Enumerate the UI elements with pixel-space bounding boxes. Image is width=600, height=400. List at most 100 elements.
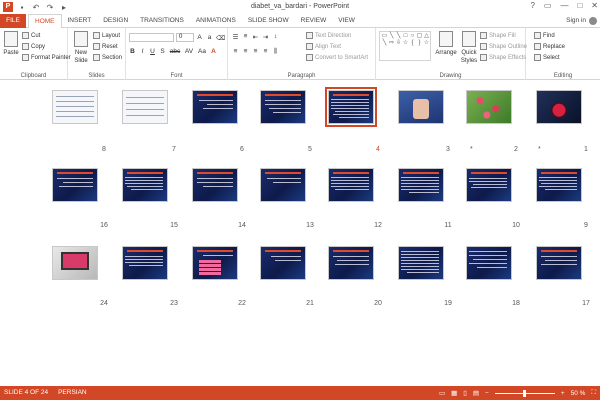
slide-thumbnail-13[interactable] [260,168,306,202]
new-slide-button[interactable]: New Slide [72,31,90,64]
find-button[interactable]: Find [534,32,555,39]
slide-thumbnail-18[interactable] [466,246,512,280]
slide-thumbnail-21[interactable] [260,246,306,280]
slide-thumbnail-12[interactable] [328,168,374,202]
slide-thumbnail-4[interactable] [325,87,377,127]
ribbon-display-icon[interactable]: ▭ [544,1,552,10]
minimize-icon[interactable]: — [560,1,568,10]
tab-transitions[interactable]: TRANSITIONS [134,14,190,28]
slide-sorter-view-icon[interactable]: ▦ [451,389,457,397]
slideshow-view-icon[interactable]: ▤ [473,389,479,397]
clear-format-icon[interactable]: ⌫ [216,34,225,42]
slide-thumbnail-17[interactable] [536,246,582,280]
slide-thumbnail-11[interactable] [398,168,444,202]
decrease-indent-icon[interactable]: ⇤ [252,33,259,41]
line-spacing-icon[interactable]: ↕ [272,33,279,41]
slide-thumbnail-8[interactable] [52,90,98,124]
slide-thumbnail-22[interactable] [192,246,238,280]
layout-button[interactable]: Layout [93,32,120,39]
zoom-level[interactable]: 50 % [571,390,586,397]
zoom-in-button[interactable]: + [561,390,565,397]
reset-button[interactable]: Reset [93,43,118,50]
slide-thumbnail-10[interactable] [466,168,512,202]
underline-button[interactable]: U [149,48,156,55]
select-button[interactable]: Select [534,54,560,61]
shape-outline-button[interactable]: Shape Outline [480,43,527,50]
help-icon[interactable]: ? [530,1,534,10]
quick-styles-button[interactable]: Quick Styles [460,31,478,64]
normal-view-icon[interactable]: ▭ [439,389,445,397]
slide-thumbnail-3[interactable] [398,90,444,124]
bullets-icon[interactable]: ☰ [232,33,239,41]
shape-fill-button[interactable]: Shape Fill [480,32,516,39]
oval-shape-icon[interactable]: ○ [409,33,416,40]
arrow-shape-icon[interactable]: ⇨ [388,40,395,47]
star-shape-icon[interactable]: ☆ [402,40,409,47]
textbox-shape-icon[interactable]: ▭ [381,33,388,40]
change-case-button[interactable]: Aa [197,48,207,55]
bold-button[interactable]: B [129,48,136,55]
slide-thumbnail-6[interactable] [192,90,238,124]
tab-file[interactable]: FILE [0,14,26,28]
zoom-slider-knob[interactable] [522,389,526,397]
tab-animations[interactable]: ANIMATIONS [190,14,242,28]
shapes-gallery[interactable]: ▭ ╲ ╲ □ ○ ▢ △ ╲ ⇨ ⇩ ☆ { } ☆ [379,31,431,61]
maximize-icon[interactable]: □ [577,1,582,10]
cut-button[interactable]: Cut [22,32,40,39]
shape-effects-button[interactable]: Shape Effects [480,54,526,61]
tab-home[interactable]: HOME [28,14,62,29]
tab-insert[interactable]: INSERT [62,14,98,28]
triangle-shape-icon[interactable]: △ [423,33,430,40]
slide-thumbnail-15[interactable] [122,168,168,202]
reading-view-icon[interactable]: ▯ [463,389,467,397]
tab-design[interactable]: DESIGN [97,14,134,28]
slide-thumbnail-14[interactable] [192,168,238,202]
italic-button[interactable]: I [139,48,146,55]
arrow-shape-icon-2[interactable]: ⇩ [395,40,402,47]
font-family-select[interactable] [129,33,174,42]
slide-thumbnail-9[interactable] [536,168,582,202]
brace-shape-icon[interactable]: { [409,40,416,47]
align-right-icon[interactable]: ≡ [252,48,259,56]
paste-button[interactable]: Paste [3,31,19,56]
line-shape-icon-2[interactable]: ╲ [395,33,402,40]
arrange-button[interactable]: Arrange [435,31,457,56]
character-spacing-button[interactable]: AV [184,48,194,55]
tab-view[interactable]: VIEW [332,14,361,28]
fit-to-window-icon[interactable]: ⛶ [591,389,596,397]
align-left-icon[interactable]: ≡ [232,48,239,56]
slide-thumbnail-1[interactable] [536,90,582,124]
tab-review[interactable]: REVIEW [295,14,333,28]
align-center-icon[interactable]: ≡ [242,48,249,56]
slide-thumbnail-5[interactable] [260,90,306,124]
increase-indent-icon[interactable]: ⇥ [262,33,269,41]
slide-thumbnail-2[interactable] [466,90,512,124]
grow-font-icon[interactable]: A [196,34,203,42]
close-icon[interactable]: ✕ [591,1,598,10]
line-shape-icon[interactable]: ╲ [388,33,395,40]
replace-button[interactable]: Replace [534,43,565,50]
rounded-rect-shape-icon[interactable]: ▢ [416,33,423,40]
rectangle-shape-icon[interactable]: □ [402,33,409,40]
font-color-button[interactable]: A [210,48,217,55]
zoom-out-button[interactable]: − [485,390,489,397]
sign-in-link[interactable]: Sign in [566,14,586,28]
align-text-button[interactable]: Align Text [306,43,341,50]
line-shape-icon-3[interactable]: ╲ [381,40,388,47]
language-indicator[interactable]: PERSIAN [58,389,87,396]
slide-thumbnail-24[interactable] [52,246,98,280]
slide-thumbnail-23[interactable] [122,246,168,280]
shrink-font-icon[interactable]: a [206,34,213,42]
section-button[interactable]: Section [93,54,122,61]
zoom-slider[interactable] [494,389,555,397]
columns-icon[interactable]: ⫼ [272,48,279,56]
slide-thumbnail-20[interactable] [328,246,374,280]
slide-thumbnail-16[interactable] [52,168,98,202]
strikethrough-button[interactable]: abc [169,48,181,55]
star-shape-icon-2[interactable]: ☆ [423,40,430,47]
format-painter-button[interactable]: Format Painter [22,54,71,61]
font-size-select[interactable]: 0 [176,33,194,42]
brace-shape-icon-2[interactable]: } [416,40,423,47]
convert-smartart-button[interactable]: Convert to SmartArt [306,54,368,61]
text-direction-button[interactable]: Text Direction [306,32,351,39]
